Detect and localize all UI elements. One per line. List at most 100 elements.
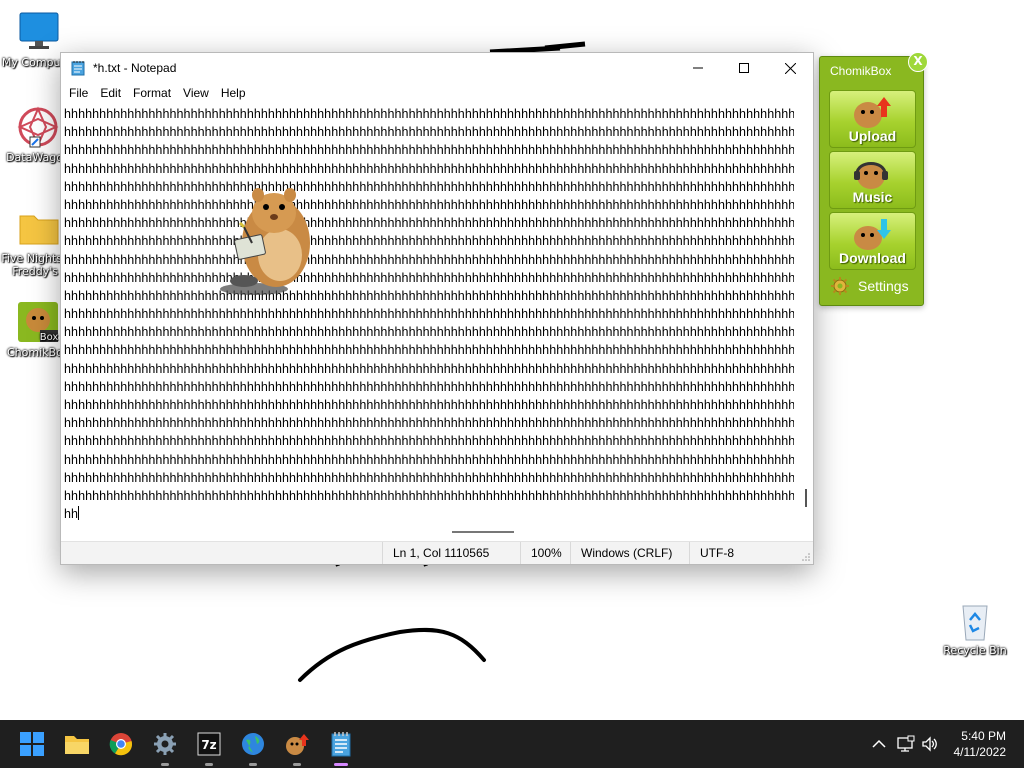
menu-edit[interactable]: Edit <box>94 86 127 100</box>
upload-button[interactable]: Upload <box>829 90 916 148</box>
recycle-bin-icon <box>953 598 997 642</box>
window-title: *h.txt - Notepad <box>93 61 177 75</box>
menu-bar: File Edit Format View Help <box>61 83 813 103</box>
desktop-icon-recycle-bin[interactable]: Recycle Bin <box>937 598 1013 657</box>
encoding: UTF-8 <box>689 542 770 564</box>
taskbar-settings[interactable] <box>149 728 181 766</box>
hamster-mascot-icon <box>220 188 310 295</box>
close-button[interactable] <box>767 53 813 83</box>
settings-button[interactable]: Settings <box>830 276 909 296</box>
chomikbox-icon: Box <box>16 300 60 344</box>
text-line: hhhhhhhhhhhhhhhhhhhhhhhhhhhhhhhhhhhhhhhh… <box>64 197 794 212</box>
text-line-last: hh <box>64 505 794 523</box>
notepad-window[interactable]: *h.txt - Notepad File Edit Format View H… <box>60 52 814 565</box>
text-line: hhhhhhhhhhhhhhhhhhhhhhhhhhhhhhhhhhhhhhhh… <box>64 325 794 340</box>
globe-icon <box>242 733 264 755</box>
chomikbox-close-button[interactable]: X <box>908 52 928 72</box>
clock-date: 4/11/2022 <box>953 745 1007 759</box>
chomikbox-taskbar-icon <box>286 734 309 755</box>
text-line: hhhhhhhhhhhhhhhhhhhhhhhhhhhhhhhhhhhhhhhh… <box>64 488 794 503</box>
taskbar-notepad[interactable] <box>325 728 357 766</box>
text-line: hhhhhhhhhhhhhhhhhhhhhhhhhhhhhhhhhhhhhhhh… <box>64 434 794 449</box>
chrome-icon <box>109 733 133 756</box>
clock-time: 5:40 PM <box>961 729 1006 743</box>
minimize-button[interactable] <box>675 53 721 83</box>
text-caret <box>78 506 80 521</box>
text-line: hhhhhhhhhhhhhhhhhhhhhhhhhhhhhhhhhhhhhhhh… <box>64 361 794 376</box>
datawagon-icon <box>16 105 60 149</box>
download-arrow-icon <box>854 219 891 250</box>
text-line: hhhhhhhhhhhhhhhhhhhhhhhhhhhhhhhhhhhhhhhh… <box>64 270 794 285</box>
gear-icon <box>831 277 849 295</box>
notepad-app-icon <box>71 61 85 76</box>
maximize-icon <box>739 63 749 73</box>
taskbar-network-globe[interactable] <box>237 728 269 766</box>
taskbar-7zip[interactable]: 7z <box>193 728 225 766</box>
music-button[interactable]: Music <box>829 151 916 209</box>
menu-view[interactable]: View <box>177 86 215 100</box>
text-line: hhhhhhhhhhhhhhhhhhhhhhhhhhhhhhhhhhhhhhhh… <box>64 398 794 412</box>
7zip-icon: 7z <box>197 732 221 756</box>
notepad-taskbar-icon <box>331 732 351 757</box>
chevron-up-icon[interactable] <box>870 735 888 753</box>
text-line: hhhhhhhhhhhhhhhhhhhhhhhhhhhhhhhhhhhhhhhh… <box>64 125 794 140</box>
network-icon[interactable] <box>897 735 915 753</box>
text-line: hhhhhhhhhhhhhhhhhhhhhhhhhhhhhhhhhhhhhhhh… <box>64 288 794 303</box>
svg-text:7z: 7z <box>201 738 216 752</box>
system-clock[interactable]: 5:40 PM 4/11/2022 <box>954 728 1007 760</box>
text-line: hhhhhhhhhhhhhhhhhhhhhhhhhhhhhhhhhhhhhhhh… <box>64 216 794 231</box>
taskbar-file-explorer[interactable] <box>61 728 93 760</box>
status-bar: Ln 1, Col 1110565 100% Windows (CRLF) UT… <box>61 541 813 564</box>
text-line: hhhhhhhhhhhhhhhhhhhhhhhhhhhhhhhhhhhhhhhh… <box>64 161 794 176</box>
running-indicator <box>161 763 169 766</box>
download-button[interactable]: Download <box>829 212 916 270</box>
upload-arrow-icon <box>854 97 891 128</box>
chomikbox-title: ChomikBox <box>830 64 892 78</box>
line-ending: Windows (CRLF) <box>570 542 689 564</box>
running-indicator <box>249 763 257 766</box>
start-button[interactable] <box>16 728 48 760</box>
music-label: Music <box>852 189 893 205</box>
text-line: hhhhhhhhhhhhhhhhhhhhhhhhhhhhhhhhhhhhhhhh… <box>64 470 794 485</box>
volume-icon[interactable] <box>921 735 939 753</box>
text-line: hhhhhhhhhhhhhhhhhhhhhhhhhhhhhhhhhhhhhhhh… <box>64 379 794 394</box>
taskbar-chomikbox[interactable] <box>281 728 313 766</box>
running-indicator <box>205 763 213 766</box>
menu-help[interactable]: Help <box>215 86 252 100</box>
menu-format[interactable]: Format <box>127 86 177 100</box>
windows-start-icon <box>20 732 44 756</box>
text-line: hhhhhhhhhhhhhhhhhhhhhhhhhhhhhhhhhhhhhhhh… <box>64 307 794 322</box>
menu-file[interactable]: File <box>63 86 94 100</box>
text-line: hhhhhhhhhhhhhhhhhhhhhhhhhhhhhhhhhhhhhhhh… <box>64 416 794 431</box>
download-label: Download <box>839 250 906 266</box>
text-line: hhhhhhhhhhhhhhhhhhhhhhhhhhhhhhhhhhhhhhhh… <box>64 143 794 158</box>
taskbar: 7z 5:40 PM 4/11/2022 <box>0 720 1024 768</box>
title-bar[interactable]: *h.txt - Notepad <box>61 53 813 83</box>
text-line: hhhhhhhhhhhhhhhhhhhhhhhhhhhhhhhhhhhhhhhh… <box>64 452 794 467</box>
text-line: hhhhhhhhhhhhhhhhhhhhhhhhhhhhhhhhhhhhhhhh… <box>64 252 794 267</box>
text-line: hhhhhhhhhhhhhhhhhhhhhhhhhhhhhhhhhhhhhhhh… <box>64 179 794 194</box>
svg-text:Box: Box <box>40 332 59 343</box>
chomikbox-widget[interactable]: ChomikBox X Upload Music Download Settin… <box>819 52 928 306</box>
text-line: hhhhhhhhhhhhhhhhhhhhhhhhhhhhhhhhhhhhhhhh… <box>64 234 794 249</box>
horizontal-scrollbar-thumb[interactable] <box>452 531 514 533</box>
folder-icon <box>17 206 61 250</box>
vertical-scrollbar-thumb[interactable] <box>805 489 807 507</box>
taskbar-chrome[interactable] <box>105 728 137 760</box>
file-explorer-icon <box>65 736 89 754</box>
text-line: hhhhhhhhhhhhhhhhhhhhhhhhhhhhhhhhhhhhhhhh… <box>64 107 794 121</box>
upload-label: Upload <box>848 128 897 144</box>
text-editor-area[interactable]: hhhhhhhhhhhhhhhhhhhhhhhhhhhhhhhhhhhhhhhh… <box>61 105 806 523</box>
settings-gear-icon <box>154 733 176 755</box>
active-indicator <box>334 763 348 766</box>
minimize-icon <box>693 67 703 69</box>
cursor-position: Ln 1, Col 1110565 <box>382 542 521 564</box>
text-line: hhhhhhhhhhhhhhhhhhhhhhhhhhhhhhhhhhhhhhhh… <box>64 343 794 358</box>
settings-label: Settings <box>858 278 909 294</box>
maximize-button[interactable] <box>721 53 767 83</box>
monitor-icon <box>17 10 61 54</box>
headphones-icon <box>854 162 888 189</box>
resize-grip-icon[interactable] <box>801 552 811 562</box>
close-icon <box>784 62 796 74</box>
last-line-text: hh <box>64 507 79 522</box>
